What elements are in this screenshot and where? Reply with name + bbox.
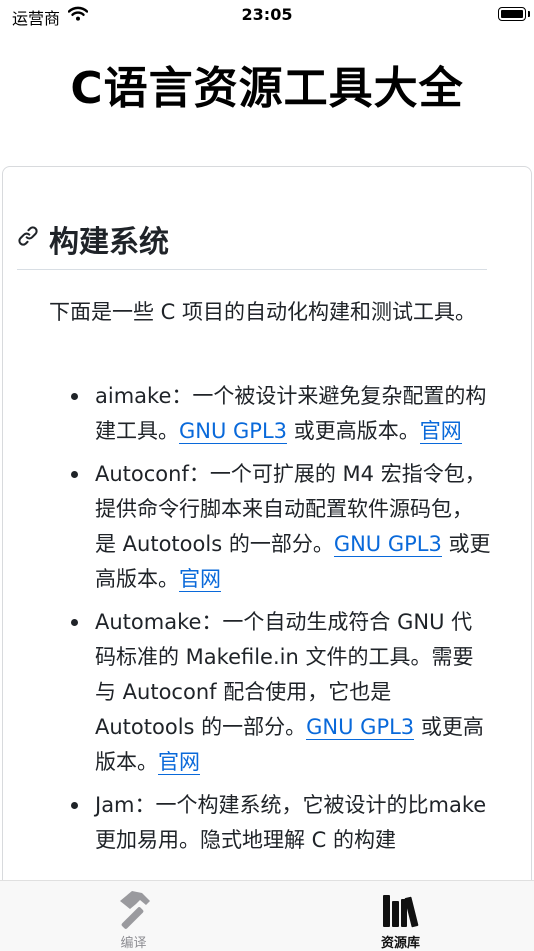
tab-library[interactable]: 资源库 xyxy=(267,881,534,951)
tool-name: aimake xyxy=(95,384,172,408)
link-anchor-icon[interactable] xyxy=(17,225,39,251)
license-link[interactable]: GNU GPL3 xyxy=(333,532,442,557)
clock: 23:05 xyxy=(241,5,293,24)
tab-compile-label: 编译 xyxy=(120,936,147,951)
section-title: 构建系统 xyxy=(49,225,169,260)
list-item: Autoconf：一个可扩展的 M4 宏指令包，提供命令行脚本来自动配置软件源码… xyxy=(71,457,493,597)
list-item: aimake：一个被设计来避免复杂配置的构建工具。GNU GPL3 或更高版本。… xyxy=(71,379,493,449)
battery-icon xyxy=(498,7,530,21)
tool-name: Autoconf xyxy=(95,462,189,486)
page-title: C语言资源工具大全 xyxy=(70,63,464,114)
website-link[interactable]: 官网 xyxy=(419,419,462,444)
tool-name: Jam xyxy=(95,793,135,817)
website-link[interactable]: 官网 xyxy=(179,567,221,592)
tool-name: Automake xyxy=(95,610,202,634)
license-suffix: 或更高版本。 xyxy=(287,419,420,443)
content-card[interactable]: 构建系统 下面是一些 C 项目的自动化构建和测试工具。 aimake：一个被设计… xyxy=(2,166,532,928)
list-item: Jam：一个构建系统，它被设计的比make更加易用。隐式地理解 C 的构建 xyxy=(71,788,493,858)
tab-compile[interactable]: 编译 xyxy=(0,881,267,951)
tab-library-label: 资源库 xyxy=(380,936,420,951)
hammer-icon xyxy=(112,887,156,931)
license-link[interactable]: GNU GPL3 xyxy=(306,715,415,740)
tool-description: ：一个构建系统，它被设计的比make更加易用。隐式地理解 C 的构建 xyxy=(95,793,487,852)
section-intro: 下面是一些 C 项目的自动化构建和测试工具。 xyxy=(49,300,477,324)
website-link[interactable]: 官网 xyxy=(158,750,200,775)
status-bar: 运营商 23:05 xyxy=(0,0,534,30)
license-link[interactable]: GNU GPL3 xyxy=(179,419,288,444)
books-icon xyxy=(379,887,423,931)
tool-list: aimake：一个被设计来避免复杂配置的构建工具。GNU GPL3 或更高版本。… xyxy=(33,379,493,866)
section-heading: 构建系统 xyxy=(17,215,487,270)
list-item: Automake：一个自动生成符合 GNU 代码标准的 Makefile.in … xyxy=(71,605,493,780)
tab-bar: 编译 资源库 xyxy=(0,880,534,951)
